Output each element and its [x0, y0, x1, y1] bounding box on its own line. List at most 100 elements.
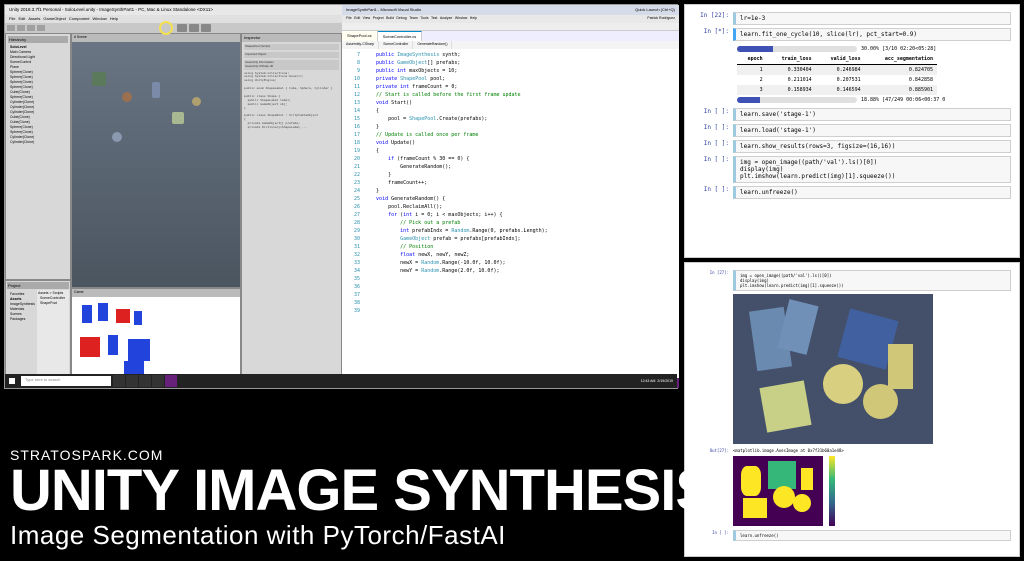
vs-nav-project[interactable]: Assembly-CSharp [342, 41, 379, 49]
metrics-row: 30.1589340.1465940.885901 [737, 85, 937, 95]
vs-menu-item[interactable]: Team [409, 16, 418, 22]
scene-sphere [192, 97, 201, 106]
step-button[interactable] [201, 24, 211, 32]
project-file[interactable]: SceneController [38, 295, 68, 300]
vs-tab[interactable]: SceneController.cs [378, 31, 423, 41]
scene-3d-viewport[interactable] [72, 42, 240, 287]
pause-button[interactable] [189, 24, 199, 32]
inspector-component-title: ShapePool (Script) [244, 44, 339, 50]
scene-cylinder [152, 82, 160, 98]
unity-menu-item[interactable]: GameObject [43, 16, 65, 22]
vs-quick-launch[interactable]: Quick Launch (Ctrl+Q) [635, 7, 675, 13]
vs-menu-item[interactable]: File [346, 16, 352, 22]
seg-cube [128, 339, 150, 361]
jupyter-out-text: <matplotlib.image.AxesImage at 0x7f31b60… [733, 448, 1011, 453]
inspector-assembly-file: Assembly-CSharp.dll [245, 65, 338, 69]
vs-titlebar: ImageSynthPart1 - Microsoft Visual Studi… [342, 5, 679, 15]
vs-menu-item[interactable]: Window [455, 16, 467, 22]
jupyter-prompt: In [ ]: [693, 140, 733, 153]
vs-taskbar-icon[interactable] [165, 375, 177, 387]
unity-menu-item[interactable]: Edit [18, 16, 25, 22]
seg-region [773, 486, 795, 508]
project-header: Project [7, 282, 69, 289]
unity-menu-item[interactable]: Window [93, 16, 107, 22]
hierarchy-panel[interactable]: Hierarchy SoloLevel Main CameraDirection… [5, 33, 71, 280]
scene-sphere [112, 132, 122, 142]
inspector-import: Imported Object [244, 52, 339, 58]
jupyter-prompt: In [27]: [693, 270, 733, 291]
play-button[interactable] [177, 24, 187, 32]
scale-tool-icon[interactable] [37, 25, 45, 31]
unity-menu-item[interactable]: Component [69, 16, 90, 22]
project-folder[interactable]: Packages [8, 316, 36, 321]
jupyter-cell-input[interactable]: learn.unfreeze() [733, 530, 1011, 541]
vs-tab[interactable]: ShapePool.cs [342, 31, 378, 41]
windows-taskbar: Type here to search 12:43 AM 2/19/2019 [5, 374, 677, 388]
vs-menubar: File Edit View Project Build Debug Team … [342, 15, 679, 23]
unity-taskbar-icon[interactable] [152, 375, 164, 387]
project-folder[interactable]: ImageSynthesis [8, 301, 36, 306]
hierarchy-item[interactable]: Cylinder(Clone) [8, 139, 68, 144]
vs-menu-item[interactable]: Analyze [440, 16, 452, 22]
jupyter-cell-input[interactable]: learn.load('stage-1') [733, 124, 1011, 137]
colorbar [829, 456, 835, 526]
th-validloss: valid_loss [816, 54, 865, 65]
start-button[interactable] [5, 374, 19, 388]
segmentation-mask-output [733, 456, 823, 526]
seg-region [801, 468, 813, 490]
windows-logo-icon [9, 378, 15, 384]
jupyter-cell-input[interactable]: img = open_image((path/'val').ls()[0]) d… [733, 270, 1011, 291]
jupyter-cell-input[interactable]: learn.unfreeze() [733, 186, 1011, 199]
vs-code-area[interactable]: public ImageSynthesis synth; public Game… [364, 49, 679, 378]
jupyter-cell-input[interactable]: img = open_image((path/'val').ls()[0]) d… [733, 156, 1011, 183]
vs-menu-item[interactable]: Tools [420, 16, 428, 22]
jupyter-cell-input[interactable]: learn.save('stage-1') [733, 108, 1011, 121]
jupyter-inference-notebook: In [27]: img = open_image((path/'val').l… [684, 262, 1020, 557]
taskbar-search-input[interactable]: Type here to search [21, 376, 111, 386]
game-tab[interactable]: Game [72, 289, 240, 297]
inspector-panel[interactable]: Inspector ShapePool (Script) Imported Ob… [241, 33, 342, 388]
metrics-row: 20.2110140.2075310.842858 [737, 75, 937, 85]
vs-code-editor[interactable]: 7891011121314151617181920212223242526272… [342, 49, 679, 378]
task-view-icon[interactable] [126, 375, 138, 387]
jupyter-cell-input[interactable]: lr=1e-3 [733, 12, 1011, 25]
game-view[interactable]: Game [71, 288, 241, 388]
unity-menu-item[interactable]: Help [110, 16, 118, 22]
vs-nav-class[interactable]: SceneController [379, 41, 413, 49]
th-acc: acc_segmentation [865, 54, 937, 65]
vs-menu-item[interactable]: View [363, 16, 371, 22]
vs-nav-method[interactable]: GenerateRandom() [413, 41, 452, 49]
cortana-icon[interactable] [113, 375, 125, 387]
seg-cube [80, 337, 100, 357]
vs-menu-item[interactable]: Edit [354, 16, 360, 22]
project-panel[interactable]: Project Favorites Assets ImageSynthesisM… [5, 280, 71, 388]
taskbar-date[interactable]: 2/19/2019 [657, 379, 673, 383]
jupyter-cell-input[interactable]: learn.show_results(rows=3, figsize=(16,1… [733, 140, 1011, 153]
visual-studio-window: ImageSynthPart1 - Microsoft Visual Studi… [342, 5, 679, 388]
seg-region [793, 494, 811, 512]
vs-menu-item[interactable]: Debug [396, 16, 406, 22]
taskbar-time[interactable]: 12:43 AM [641, 379, 656, 383]
jupyter-cell-input[interactable]: learn.fit_one_cycle(10, slice(lr), pct_s… [733, 28, 1011, 41]
progress-text: 30.00% [3/10 02:20<05:28] [861, 46, 936, 52]
render-cube [759, 380, 811, 432]
training-metrics-table: epoch train_loss valid_loss acc_segmenta… [737, 54, 937, 95]
vs-user[interactable]: Patrick Rodriguez [647, 16, 675, 22]
rotate-tool-icon[interactable] [27, 25, 35, 31]
title-overlay: STRATOSPARK.COM UNITY IMAGE SYNTHESIS Im… [10, 447, 713, 551]
unity-menu-item[interactable]: File [9, 16, 15, 22]
vs-menu-item[interactable]: Test [431, 16, 437, 22]
vs-menu-item[interactable]: Help [470, 16, 477, 22]
vs-menu-item[interactable]: Build [386, 16, 394, 22]
vs-menu-item[interactable]: Project [373, 16, 384, 22]
unity-menu-item[interactable]: Assets [28, 16, 40, 22]
move-tool-icon[interactable] [17, 25, 25, 31]
vs-title-text: ImageSynthPart1 - Microsoft Visual Studi… [346, 7, 635, 13]
scene-view[interactable]: # Scene [71, 33, 241, 288]
scene-tab[interactable]: # Scene [72, 34, 240, 42]
explorer-icon[interactable] [139, 375, 151, 387]
hand-tool-icon[interactable] [7, 25, 15, 31]
vs-toolbar [342, 23, 679, 31]
th-epoch: epoch [737, 54, 767, 65]
project-file[interactable]: ShapePool [38, 300, 68, 305]
